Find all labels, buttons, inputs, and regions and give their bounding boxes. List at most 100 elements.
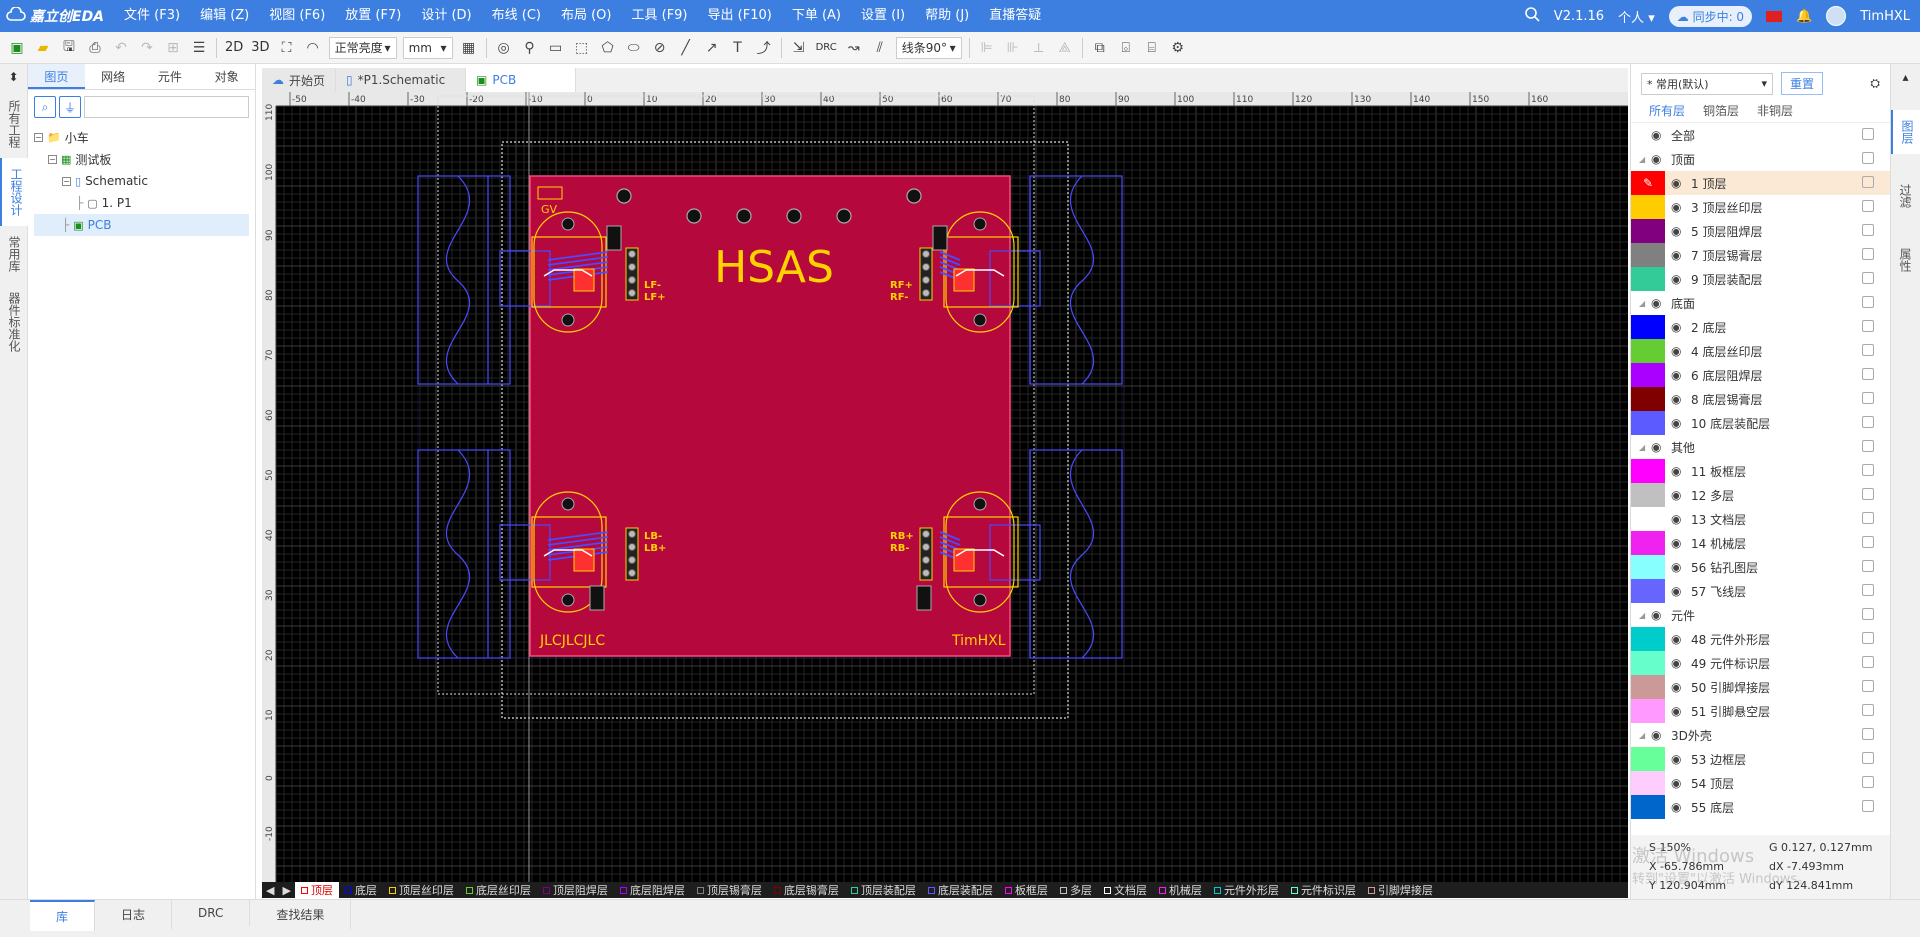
tab-start-page[interactable]: ☁ 开始页 [262, 68, 337, 92]
bottom-tab-1[interactable]: 日志 [95, 900, 173, 929]
layer-color-swatch[interactable] [1631, 507, 1665, 531]
layer-color-swatch[interactable] [1631, 459, 1665, 483]
layer-row[interactable]: ◉ 5 顶层阻焊层 [1631, 219, 1890, 243]
text-icon[interactable]: T [725, 35, 751, 61]
lock-icon[interactable] [1862, 272, 1874, 284]
eye-icon[interactable]: ◉ [1651, 296, 1667, 310]
scroll-left-icon[interactable]: ◀ [262, 884, 278, 897]
mounting-hole[interactable] [616, 188, 632, 204]
layer-tab[interactable]: 板框层 [999, 882, 1054, 898]
eye-icon[interactable]: ◉ [1651, 128, 1667, 142]
lock-icon[interactable] [1862, 488, 1874, 500]
menu-item-10[interactable]: 设置 (I) [851, 0, 915, 32]
eye-icon[interactable]: ◉ [1651, 608, 1667, 622]
collapse-icon[interactable]: ◢ [1631, 155, 1649, 164]
collapse-icon[interactable]: − [34, 132, 43, 142]
brightness-select[interactable]: 正常亮度 ▾ [328, 36, 397, 59]
bottom-tab-3[interactable]: 查找结果 [250, 900, 352, 929]
eye-icon[interactable]: ◉ [1651, 152, 1667, 166]
grid-icon[interactable]: ▦ [456, 35, 482, 61]
eye-icon[interactable]: ◉ [1671, 536, 1687, 550]
layer-row[interactable]: ◉ 48 元件外形层 [1631, 627, 1890, 651]
eye-icon[interactable]: ◉ [1671, 368, 1687, 382]
lock-icon[interactable] [1862, 728, 1874, 740]
layer-tab[interactable]: 顶层锡膏层 [691, 882, 768, 898]
eye-icon[interactable]: ◉ [1671, 464, 1687, 478]
bom-icon[interactable]: ⌸ [1139, 35, 1165, 61]
layer-color-swatch[interactable] [1631, 627, 1665, 651]
rect-icon[interactable]: ▭ [543, 35, 569, 61]
layer-filter-0[interactable]: 所有层 [1649, 102, 1685, 119]
silk-text-left[interactable]: JLCJLCJLC [539, 633, 605, 649]
right-vtab-2[interactable]: 属性 [1891, 238, 1920, 282]
sync-status[interactable]: ☁ 同步中: 0 [1668, 5, 1753, 27]
eye-icon[interactable]: ◉ [1651, 728, 1667, 742]
layer-color-swatch[interactable] [1631, 363, 1665, 387]
layer-color-swatch[interactable] [1631, 411, 1665, 435]
layer-group[interactable]: ◢ ◉ 3D外壳 [1631, 723, 1890, 747]
layer-color-swatch[interactable] [1631, 483, 1665, 507]
collapse-icon[interactable]: ◢ [1631, 299, 1649, 308]
lock-icon[interactable] [1862, 248, 1874, 260]
pin-icon[interactable]: ⬍ [0, 64, 27, 90]
tree-item[interactable]: ├ ▣ PCB [34, 214, 249, 236]
mirror-icon[interactable]: ⟂ [1026, 35, 1052, 61]
layer-row[interactable]: ◉ 9 顶层装配层 [1631, 267, 1890, 291]
new-project-icon[interactable]: ▣ [4, 35, 30, 61]
layer-color-swatch[interactable]: ✎ [1631, 171, 1665, 195]
smd-component[interactable] [589, 585, 605, 611]
eye-icon[interactable]: ◉ [1671, 320, 1687, 334]
tree-item[interactable]: − ▯ Schematic [34, 170, 249, 192]
layer-group[interactable]: ◢ ◉ 元件 [1631, 603, 1890, 627]
brightness-icon[interactable]: ◠ [300, 35, 326, 61]
left-vtab-2[interactable]: 常用库 [0, 226, 29, 282]
layer-color-swatch[interactable] [1631, 315, 1665, 339]
layer-row[interactable]: ◉ 54 顶层 [1631, 771, 1890, 795]
layer-row[interactable]: ◉ 49 元件标识层 [1631, 651, 1890, 675]
layer-group[interactable]: ◢ ◉ 其他 [1631, 435, 1890, 459]
panel-tab-1[interactable]: 网络 [85, 64, 142, 89]
layer-row[interactable]: ◉ 12 多层 [1631, 483, 1890, 507]
save-as-icon[interactable]: ⎙ [82, 35, 108, 61]
camera-icon[interactable]: ⌺ [1113, 35, 1139, 61]
eye-icon[interactable]: ◉ [1671, 224, 1687, 238]
layer-group[interactable]: ◉ 全部 [1631, 123, 1890, 147]
right-vtab-1[interactable]: 过滤 [1891, 174, 1920, 218]
ellipse-icon[interactable]: ⬭ [621, 35, 647, 61]
lock-icon[interactable] [1862, 344, 1874, 356]
route-mode-select[interactable]: 线条90° ▾ [895, 36, 962, 59]
layer-row[interactable]: ◉ 51 引脚悬空层 [1631, 699, 1890, 723]
lock-icon[interactable] [1862, 128, 1874, 140]
filter-icon[interactable]: ⏚ [59, 96, 81, 118]
pcb-drawing[interactable]: -60-50-40-30-20-100102030405060708090100… [262, 92, 1628, 882]
layer-row[interactable]: ◉ 7 顶层锡膏层 [1631, 243, 1890, 267]
mounting-hole[interactable] [836, 208, 852, 224]
layer-tab[interactable]: 底层装配层 [922, 882, 999, 898]
layer-color-swatch[interactable] [1631, 219, 1665, 243]
scroll-right-icon[interactable]: ▶ [278, 884, 294, 897]
layer-tab[interactable]: 底层阻焊层 [614, 882, 691, 898]
zoom-fit-icon[interactable]: ⛶ [274, 35, 300, 61]
avatar[interactable] [1826, 6, 1847, 26]
bottom-tab-2[interactable]: DRC [172, 900, 251, 926]
eye-icon[interactable]: ◉ [1671, 752, 1687, 766]
lock-icon[interactable] [1862, 776, 1874, 788]
forbid-region-icon[interactable]: ⊘ [647, 35, 673, 61]
distribute-icon[interactable]: ⊪ [1000, 35, 1026, 61]
diff-pair-icon[interactable]: ⫽ [867, 35, 893, 61]
track-icon[interactable]: ↝ [841, 35, 867, 61]
lock-icon[interactable] [1862, 536, 1874, 548]
layer-row[interactable]: ◉ 10 底层装配层 [1631, 411, 1890, 435]
layer-tab[interactable]: 顶层丝印层 [383, 882, 460, 898]
notification-bell-icon[interactable]: 🔔 [1796, 9, 1812, 24]
lock-icon[interactable] [1862, 368, 1874, 380]
eye-icon[interactable]: ◉ [1671, 344, 1687, 358]
undo-icon[interactable]: ↶ [108, 35, 134, 61]
view-2d-button[interactable]: 2D [221, 40, 247, 55]
tree-item[interactable]: − 📁 小车 [34, 126, 249, 148]
layer-tab[interactable]: 底层锡膏层 [768, 882, 845, 898]
smd-component[interactable] [932, 225, 948, 251]
lock-icon[interactable] [1862, 176, 1874, 188]
layer-color-swatch[interactable] [1631, 699, 1665, 723]
layer-color-swatch[interactable] [1631, 387, 1665, 411]
